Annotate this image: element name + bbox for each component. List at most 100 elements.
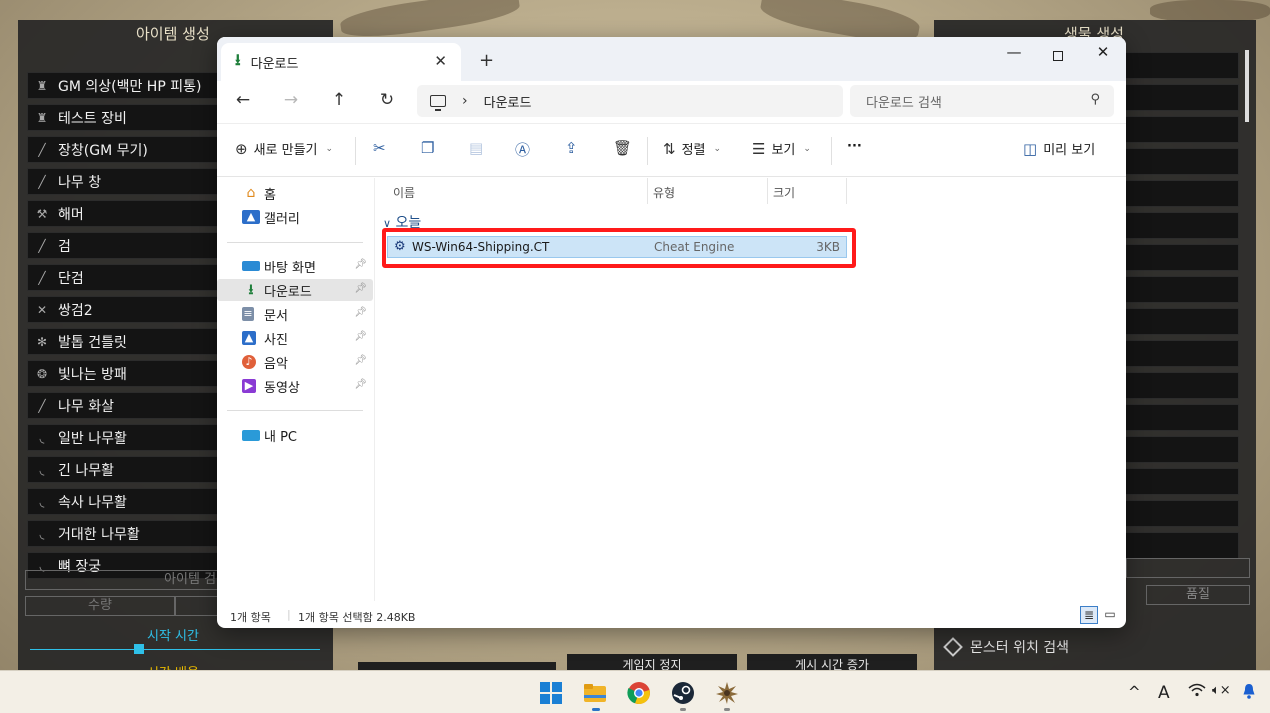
pin-icon[interactable]: 📌︎ [354, 259, 367, 270]
nav-item-videos[interactable]: ▶ 동영상 📌︎ [217, 375, 373, 397]
rename-icon: Ⓐ [515, 141, 531, 159]
maximize-icon[interactable] [1038, 47, 1078, 65]
rename-button[interactable]: Ⓐ [515, 139, 530, 160]
chevron-down-icon: ⌄ [325, 143, 334, 154]
breadcrumb-downloads[interactable]: 다운로드 [484, 92, 532, 111]
search-input[interactable]: 다운로드 검색 ⚲ [850, 85, 1114, 117]
creature-list-row[interactable] [1119, 340, 1239, 367]
creature-list-row[interactable] [1119, 436, 1239, 463]
creature-list-row[interactable] [1119, 276, 1239, 303]
creature-list-row[interactable] [1119, 212, 1239, 239]
pin-icon[interactable]: 📌︎ [354, 331, 367, 342]
creature-list-row[interactable] [1119, 308, 1239, 335]
computer-icon [430, 95, 446, 111]
item-label: 쌍검2 [58, 302, 93, 319]
quantity-field[interactable]: 수량 [25, 596, 175, 616]
item-label: 장창(GM 무기) [58, 142, 148, 159]
monster-search-button[interactable]: 몬스터 위치 검색 [942, 637, 1069, 657]
tray-overflow-icon[interactable]: ^ [1128, 683, 1141, 701]
creature-list-row[interactable] [1119, 244, 1239, 271]
new-label: 새로 만들기 [253, 143, 318, 158]
back-arrow-icon[interactable]: ← [230, 90, 256, 110]
nav-label: 바탕 화면 [264, 260, 316, 276]
creature-list-row[interactable] [1119, 84, 1239, 111]
nav-item-downloads[interactable]: ⭳ 다운로드 📌︎ [217, 279, 373, 301]
cut-button[interactable]: ✂ [373, 139, 386, 157]
running-indicator [724, 708, 730, 711]
spear-icon: ╱ [38, 142, 46, 157]
creature-search-field[interactable] [1126, 558, 1250, 578]
creature-list-row[interactable] [1119, 468, 1239, 495]
background-art [1150, 0, 1270, 22]
column-header-name[interactable]: 이름 [393, 184, 415, 201]
forward-arrow-icon[interactable]: → [278, 90, 304, 110]
creature-list-row[interactable] [1119, 532, 1239, 559]
creature-list-row[interactable] [1119, 404, 1239, 431]
notification-bell-icon[interactable] [1242, 683, 1256, 703]
start-time-slider-handle[interactable] [134, 644, 144, 654]
nav-item-documents[interactable]: ≡ 문서 📌︎ [217, 303, 373, 325]
ime-indicator-icon[interactable]: A [1158, 683, 1170, 703]
tab-downloads[interactable]: ⭳ 다운로드 ✕ [221, 43, 461, 81]
document-icon: ≡ [242, 307, 254, 321]
item-label: 발톱 건틀릿 [58, 334, 127, 351]
sort-button[interactable]: ⇅ 정렬 ⌄ [663, 139, 721, 159]
file-explorer-window: ⭳ 다운로드 ✕ + — ✕ ← → ↑ ↻ › 다운로드 다운로드 검색 ⚲ … [217, 37, 1126, 628]
pin-icon[interactable]: 📌︎ [354, 379, 367, 390]
pin-icon[interactable]: 📌︎ [354, 355, 367, 366]
copy-button[interactable]: ❐ [421, 139, 434, 157]
chevron-right-icon[interactable]: › [462, 93, 468, 109]
creature-list-row[interactable] [1119, 52, 1239, 79]
creature-list-row[interactable] [1119, 148, 1239, 175]
creature-list-row[interactable] [1119, 500, 1239, 527]
quality-field[interactable]: 품질 [1146, 585, 1250, 605]
file-explorer-icon[interactable] [583, 681, 607, 705]
nav-item-gallery[interactable]: ▲ 갤러리 [217, 206, 373, 228]
game-app-icon[interactable] [715, 681, 739, 705]
active-indicator [592, 708, 600, 711]
nav-item-desktop[interactable]: 바탕 화면 📌︎ [217, 255, 373, 277]
chrome-icon[interactable] [627, 681, 651, 705]
nav-item-this-pc[interactable]: 내 PC [217, 424, 373, 446]
wifi-icon[interactable] [1188, 683, 1206, 701]
creature-list-row[interactable] [1119, 180, 1239, 207]
paste-button[interactable]: ▤ [469, 139, 483, 157]
pin-icon[interactable]: 📌︎ [354, 307, 367, 318]
creature-list [1119, 52, 1239, 564]
column-header-size[interactable]: 크기 [773, 184, 795, 201]
column-divider[interactable] [647, 178, 648, 204]
details-view-icon[interactable]: ≣ [1080, 606, 1098, 624]
more-options-button[interactable]: ··· [847, 139, 862, 154]
creature-list-scrollbar[interactable] [1245, 50, 1249, 122]
close-tab-icon[interactable]: ✕ [434, 52, 447, 70]
address-box[interactable]: › 다운로드 [417, 85, 843, 117]
column-divider[interactable] [767, 178, 768, 204]
pin-icon[interactable]: 📌︎ [354, 283, 367, 294]
windows-start-icon[interactable] [539, 681, 563, 705]
new-tab-icon[interactable]: + [479, 50, 494, 71]
creature-list-row[interactable] [1119, 116, 1239, 143]
nav-item-home[interactable]: ⌂ 홈 [217, 182, 373, 204]
dagger-icon: ╱ [38, 270, 46, 285]
column-divider[interactable] [846, 178, 847, 204]
share-button[interactable]: ⇪ [565, 139, 578, 157]
column-header-type[interactable]: 유형 [653, 184, 675, 201]
close-window-icon[interactable]: ✕ [1083, 43, 1123, 61]
muted-speaker-icon[interactable]: 🔈︎× [1212, 683, 1231, 698]
tiles-view-icon[interactable]: ▭ [1101, 606, 1119, 624]
start-time-slider-track[interactable] [30, 649, 320, 650]
minimize-icon[interactable]: — [994, 43, 1034, 61]
creature-list-row[interactable] [1119, 372, 1239, 399]
toolbar-divider [355, 137, 356, 165]
refresh-icon[interactable]: ↻ [374, 90, 400, 110]
nav-item-music[interactable]: ♪ 음악 📌︎ [217, 351, 373, 373]
trash-icon: 🗑︎ [613, 139, 633, 157]
delete-button[interactable]: 🗑︎ [613, 139, 632, 157]
up-arrow-icon[interactable]: ↑ [326, 90, 352, 110]
preview-pane-button[interactable]: ◫ 미리 보기 [1023, 139, 1095, 159]
steam-icon[interactable] [671, 681, 695, 705]
view-button[interactable]: ☰ 보기 ⌄ [752, 139, 811, 159]
nav-item-pictures[interactable]: ▲ 사진 📌︎ [217, 327, 373, 349]
running-indicator [680, 708, 686, 711]
new-button[interactable]: ⊕ 새로 만들기 ⌄ [235, 139, 334, 159]
